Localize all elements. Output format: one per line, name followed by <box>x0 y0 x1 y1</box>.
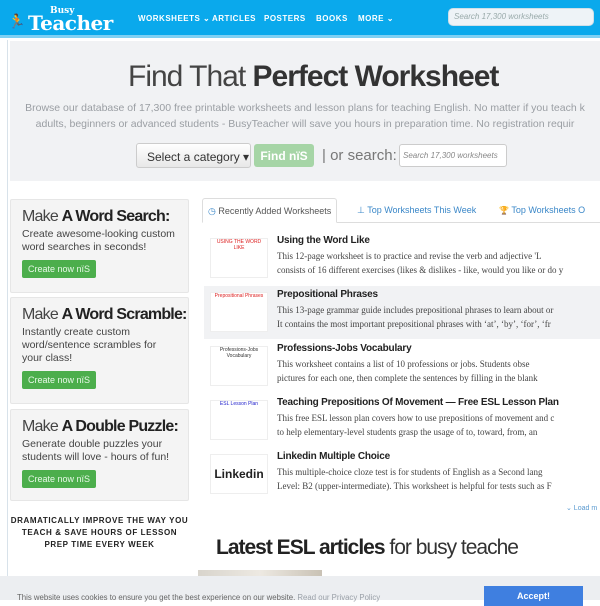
nav-worksheets[interactable]: WORKSHEETS ⌄ <box>138 14 210 23</box>
box-title-make: Make <box>22 306 62 323</box>
list-item[interactable]: Prepositional Phrases Prepositional Phra… <box>204 286 600 339</box>
hero-description-2: adults, beginners or advanced students -… <box>35 118 575 130</box>
nav-more[interactable]: MORE ⌄ <box>358 14 394 23</box>
item-description: This free ESL lesson plan covers how to … <box>277 411 595 439</box>
cookie-message: This website uses cookies to ensure you … <box>17 593 298 602</box>
item-title[interactable]: Using the Word Like <box>277 235 595 246</box>
tab-recently-added[interactable]: ◷ Recently Added Worksheets <box>202 198 338 223</box>
tab-top-week[interactable]: ⊥ Top Worksheets This Week <box>352 198 481 223</box>
description-line: This multiple-choice cloze test is for s… <box>277 467 543 477</box>
category-select[interactable]: Select a category ▾ <box>136 143 251 168</box>
box-title-bold: A Word Scramble: <box>61 306 188 323</box>
load-more-link[interactable]: ⌄ Load m <box>566 504 597 512</box>
list-item[interactable]: Professions-Jobs Vocabulary Professions-… <box>204 340 600 393</box>
clock-icon: ◷ <box>208 206 216 216</box>
title-light: Find That <box>128 60 253 93</box>
worksheet-tabs: ◷ Recently Added Worksheets ⊥ Top Worksh… <box>202 198 600 223</box>
privacy-policy-link[interactable]: Read our Privacy Policy <box>297 593 380 602</box>
description-line: pictures for each one, then complete the… <box>277 373 538 383</box>
worksheet-thumbnail[interactable]: Professions-Jobs Vocabulary <box>210 346 268 386</box>
box-title: Make A Word Search: <box>22 208 177 226</box>
latest-articles-heading: Latest ESL articles for busy teache <box>216 536 519 560</box>
word-search-box: Make A Word Search: Create awesome-looki… <box>10 199 189 293</box>
accept-cookies-button[interactable]: Accept! <box>484 586 583 606</box>
tab-label: Top Worksheets O <box>511 205 586 215</box>
item-description: This 12-page worksheet is to practice an… <box>277 249 595 277</box>
tab-top-overall[interactable]: 🏆 Top Worksheets O <box>494 198 590 223</box>
description-line: It contains the most important prepositi… <box>277 319 551 329</box>
box-title-bold: A Double Puzzle: <box>61 418 179 435</box>
worksheet-thumbnail[interactable]: ESL Lesson Plan <box>210 400 268 440</box>
list-item[interactable]: Linkedin Linkedin Multiple Choice This m… <box>204 448 600 501</box>
description-line: consists of 16 different exercises (like… <box>277 265 564 275</box>
latest-light: for busy teache <box>384 536 519 559</box>
cookie-text: This website uses cookies to ensure you … <box>17 593 477 602</box>
double-puzzle-box: Make A Double Puzzle: Generate double pu… <box>10 409 189 501</box>
word-scramble-box: Make A Word Scramble: Instantly create c… <box>10 297 189 404</box>
item-title[interactable]: Linkedin Multiple Choice <box>277 451 595 462</box>
item-description: This multiple-choice cloze test is for s… <box>277 465 595 493</box>
top-nav-bar: 🏃 Busy Teacher WORKSHEETS ⌄ ARTICLES POS… <box>0 0 600 38</box>
description-line: Level: B2 (upper-intermediate). This wor… <box>277 481 552 491</box>
worksheet-thumbnail[interactable]: USING THE WORD LIKE <box>210 238 268 278</box>
or-search-label: | or search: <box>322 147 397 164</box>
item-title[interactable]: Teaching Prepositions Of Movement — Free… <box>277 397 595 408</box>
hero-description-1: Browse our database of 17,300 free print… <box>25 102 585 114</box>
logo-main-text: Teacher <box>28 11 113 35</box>
box-title-bold: A Word Search: <box>61 208 171 225</box>
description-line: This worksheet contains a list of 10 pro… <box>277 359 530 369</box>
hero-description: Browse our database of 17,300 free print… <box>14 100 596 132</box>
create-word-search-button[interactable]: Create now nïS <box>22 260 96 278</box>
box-title-make: Make <box>22 208 62 225</box>
find-button[interactable]: Find nïS <box>254 144 314 167</box>
item-description: This 13-page grammar guide includes prep… <box>277 303 595 331</box>
tab-label: Recently Added Worksheets <box>218 206 332 216</box>
description-line: to help elementary-level students grasp … <box>277 427 538 437</box>
pin-icon: ⊥ <box>357 205 365 215</box>
description-line: This free ESL lesson plan covers how to … <box>277 413 555 423</box>
box-description: Instantly create custom word/sentence sc… <box>22 326 157 364</box>
box-description: Generate double puzzles your students wi… <box>22 438 170 463</box>
create-word-scramble-button[interactable]: Create now nïS <box>22 371 96 389</box>
nav-posters[interactable]: POSTERS <box>264 14 306 23</box>
page-title: Find That Perfect Worksheet <box>128 60 500 94</box>
item-title[interactable]: Prepositional Phrases <box>277 289 595 300</box>
tab-label: Top Worksheets This Week <box>367 205 477 215</box>
runner-icon: 🏃 <box>8 14 26 30</box>
description-line: This 12-page worksheet is to practice an… <box>277 251 542 261</box>
create-double-puzzle-button[interactable]: Create now nïS <box>22 470 96 488</box>
box-title: Make A Word Scramble: <box>22 306 187 324</box>
item-description: This worksheet contains a list of 10 pro… <box>277 357 595 385</box>
tagline: DRAMATICALLY IMPROVE THE WAY YOU TEACH &… <box>10 516 189 549</box>
latest-bold: Latest ESL articles <box>216 536 386 559</box>
box-title: Make A Double Puzzle: <box>22 418 179 436</box>
worksheet-thumbnail[interactable]: Prepositional Phrases <box>210 292 268 332</box>
box-title-make: Make <box>22 418 62 435</box>
nav-articles[interactable]: ARTICLES <box>212 14 256 23</box>
cookie-banner: This website uses cookies to ensure you … <box>0 576 600 606</box>
linkedin-thumbnail[interactable]: Linkedin <box>210 454 268 494</box>
description-line: This 13-page grammar guide includes prep… <box>277 305 554 315</box>
hero-search-input[interactable]: Search 17,300 worksheets <box>399 144 507 167</box>
left-border <box>7 40 8 600</box>
nav-books[interactable]: BOOKS <box>316 14 348 23</box>
header-search-input[interactable]: Search 17,300 worksheets <box>448 8 594 26</box>
list-item[interactable]: USING THE WORD LIKE Using the Word Like … <box>204 232 600 285</box>
item-title[interactable]: Professions-Jobs Vocabulary <box>277 343 595 354</box>
title-bold: Perfect Worksheet <box>252 60 500 93</box>
trophy-icon: 🏆 <box>499 206 509 215</box>
box-description: Create awesome-looking custom word searc… <box>22 228 175 253</box>
list-item[interactable]: ESL Lesson Plan Teaching Prepositions Of… <box>204 394 600 447</box>
